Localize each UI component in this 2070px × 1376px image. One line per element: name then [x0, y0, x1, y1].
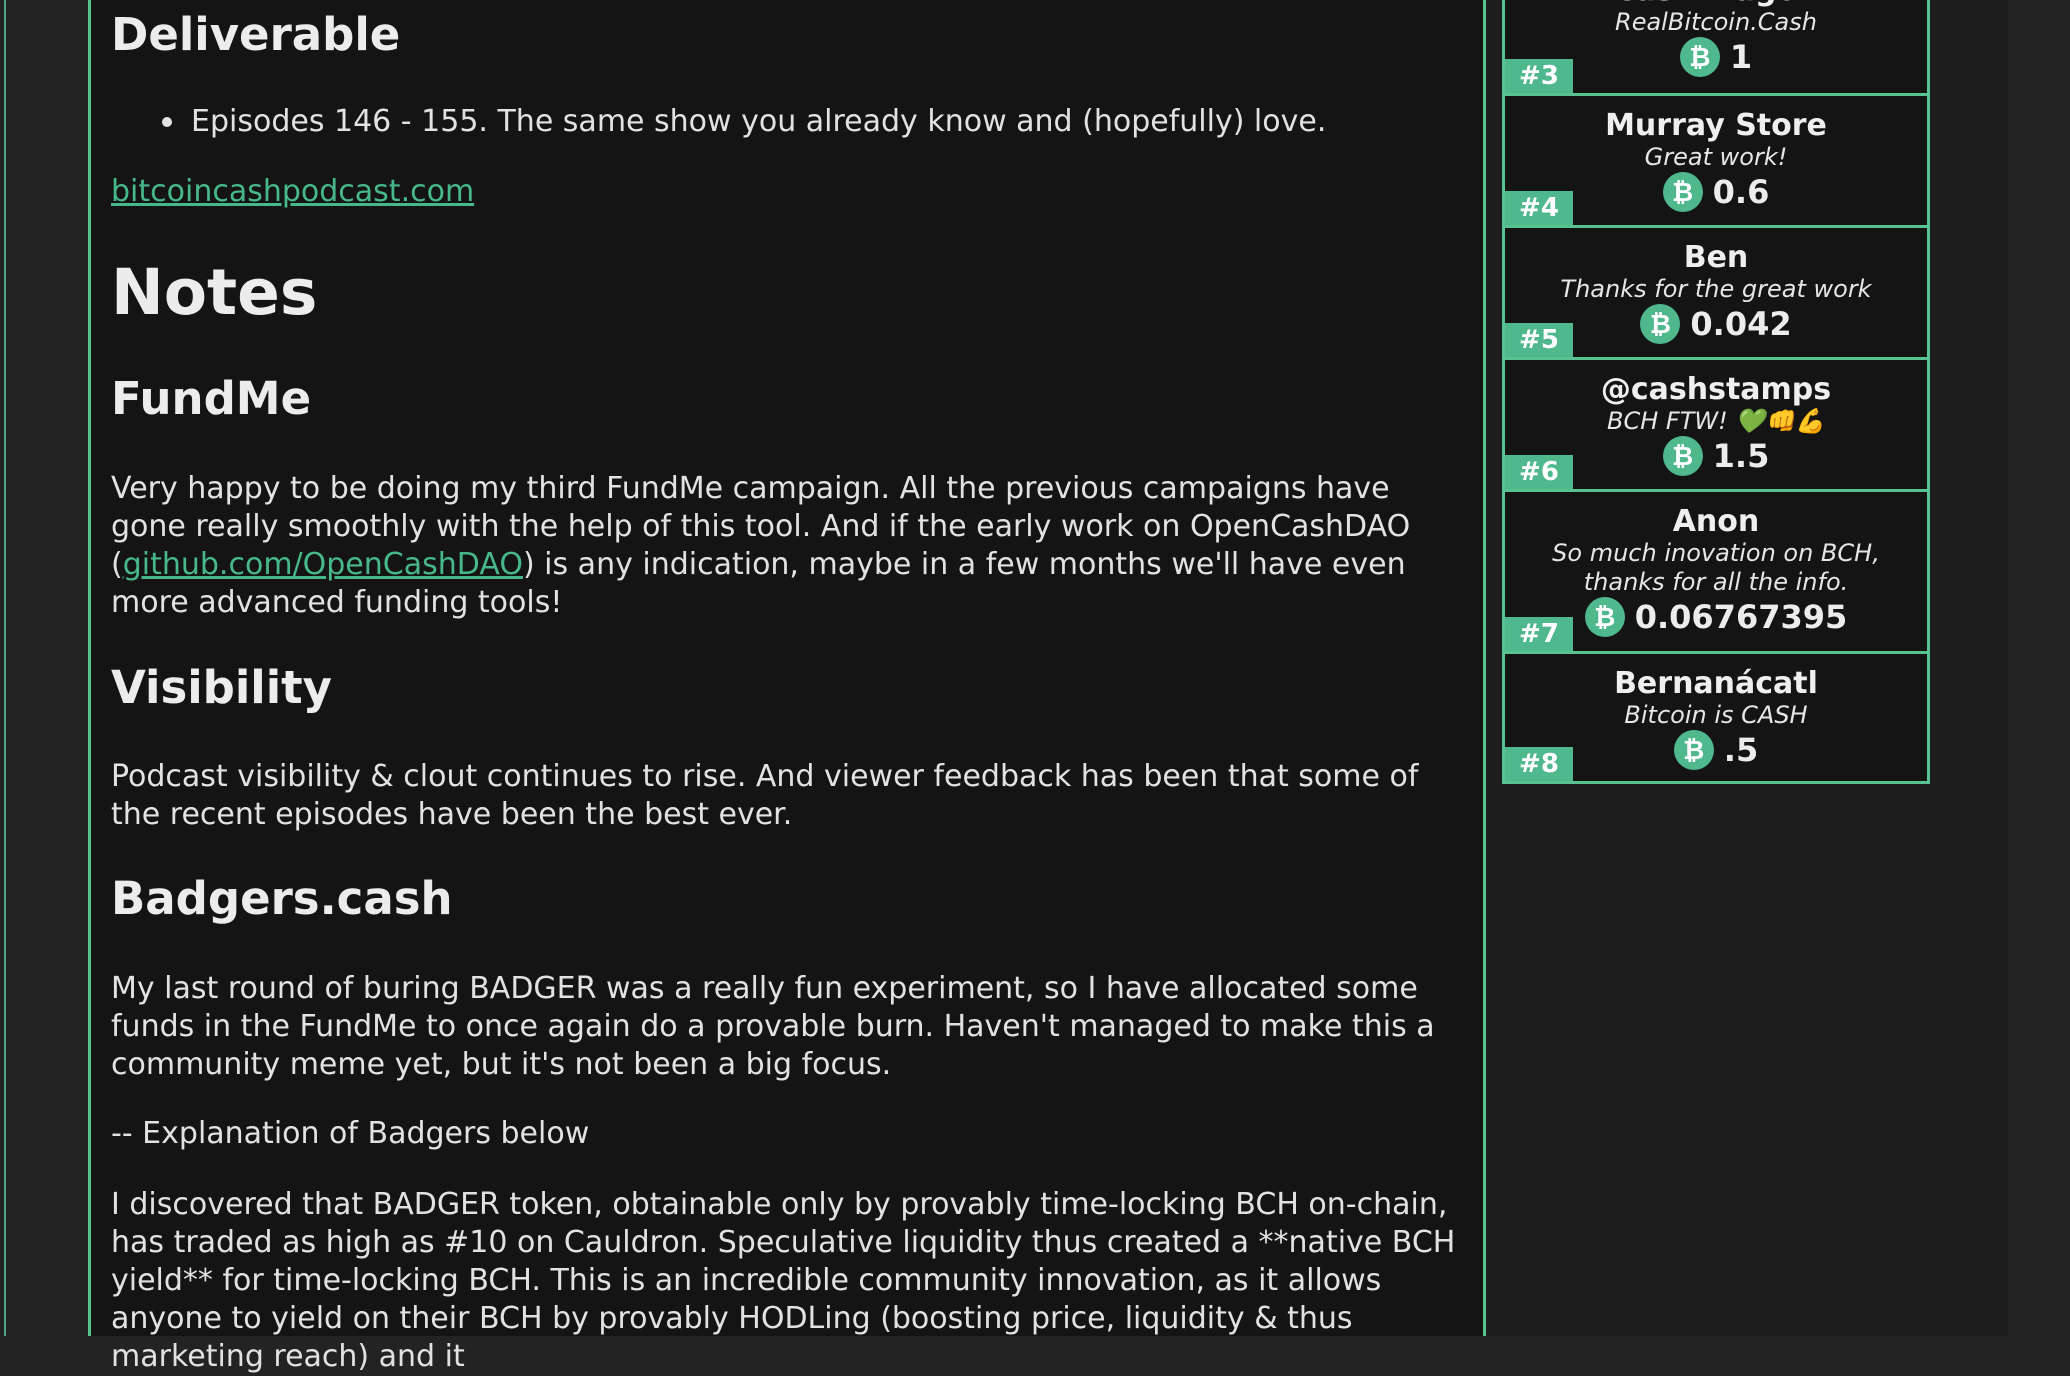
visibility-paragraph: Podcast visibility & clout continues to … — [111, 759, 1419, 832]
donor-amount-row: ₿ .5 — [1673, 730, 1759, 770]
donor-card[interactable]: Bernanácatl Bitcoin is CASH ₿ .5 #8 — [1505, 651, 1927, 781]
badgers-paragraph-1: My last round of buring BADGER was a rea… — [111, 971, 1435, 1082]
donor-card[interactable]: @cashstamps BCH FTW! 💚👊💪 ₿ 1.5 #6 — [1505, 357, 1927, 489]
rank-badge: #7 — [1505, 617, 1573, 651]
donor-name: CashDragon — [1505, 0, 1927, 8]
donor-name: @cashstamps — [1600, 372, 1832, 407]
donor-card[interactable]: CashDragon RealBitcoin.Cash ₿ 1 #3 — [1505, 0, 1927, 93]
donor-list: CashDragon RealBitcoin.Cash ₿ 1 #3 Murra… — [1502, 0, 1930, 784]
donor-card[interactable]: Anon So much inovation on BCH, thanks fo… — [1505, 489, 1927, 651]
rank-badge: #8 — [1505, 747, 1573, 781]
donor-card[interactable]: Ben Thanks for the great work ₿ 0.042 #5 — [1505, 225, 1927, 357]
bitcoin-icon: ₿ — [1679, 37, 1720, 77]
donor-message: Bitcoin is CASH — [1624, 701, 1808, 729]
donor-name: Ben — [1683, 240, 1749, 275]
donor-amount: 0.06767395 — [1634, 598, 1848, 636]
donor-amount: 0.042 — [1690, 305, 1792, 343]
notes-heading: Notes — [111, 256, 318, 329]
bullet-marker — [162, 117, 172, 127]
donor-message: Great work! — [1644, 143, 1788, 171]
donor-amount-row: ₿ 0.042 — [1640, 304, 1792, 344]
donor-name: Anon — [1672, 504, 1760, 539]
donor-message: RealBitcoin.Cash — [1615, 8, 1817, 36]
bitcoin-icon: ₿ — [1584, 597, 1625, 637]
rank-badge: #6 — [1505, 455, 1573, 489]
donor-amount-row: ₿ 0.06767395 — [1584, 597, 1848, 637]
bitcoin-icon: ₿ — [1640, 304, 1681, 344]
donor-card[interactable]: Murray Store Great work! ₿ 0.6 #4 — [1505, 93, 1927, 225]
visibility-heading: Visibility — [111, 661, 333, 714]
rank-badge: #5 — [1505, 323, 1573, 357]
donor-amount-row: ₿ 0.6 — [1662, 172, 1770, 212]
donor-message: BCH FTW! 💚👊💪 — [1607, 407, 1825, 435]
podcast-link[interactable]: bitcoincashpodcast.com — [111, 174, 474, 209]
fundme-paragraph: Very happy to be doing my third FundMe c… — [111, 470, 1471, 622]
fundme-heading: FundMe — [111, 372, 312, 425]
donor-name: Bernanácatl — [1614, 666, 1818, 701]
bitcoin-icon: ₿ — [1662, 172, 1703, 212]
donor-amount: 0.6 — [1712, 173, 1770, 211]
donor-message: So much inovation on BCH, thanks for all… — [1552, 539, 1880, 596]
donor-amount: 1.5 — [1712, 437, 1770, 475]
donor-name: Murray Store — [1605, 108, 1827, 143]
deliverable-bullet: Episodes 146 - 155. The same show you al… — [191, 104, 1327, 139]
rank-badge: #3 — [1505, 59, 1573, 93]
badgers-paragraph-2: -- Explanation of Badgers below — [111, 1116, 590, 1151]
donor-amount-row: ₿ 1.5 — [1662, 436, 1770, 476]
donor-amount: .5 — [1723, 731, 1759, 769]
podcast-link-paragraph: bitcoincashpodcast.com — [111, 173, 1471, 211]
donor-amount: 1 — [1729, 38, 1753, 76]
donor-message: Thanks for the great work — [1560, 275, 1872, 303]
badgers-heading: Badgers.cash — [111, 872, 453, 925]
badgers-paragraph-3: I discovered that BADGER token, obtainab… — [111, 1187, 1456, 1374]
bitcoin-icon: ₿ — [1673, 730, 1714, 770]
bitcoin-icon: ₿ — [1662, 436, 1703, 476]
donor-amount-row: ₿ 1 — [1679, 37, 1753, 77]
rank-badge: #4 — [1505, 191, 1573, 225]
deliverable-heading: Deliverable — [111, 8, 401, 61]
opencashdao-link[interactable]: github.com/OpenCashDAO — [123, 547, 523, 582]
